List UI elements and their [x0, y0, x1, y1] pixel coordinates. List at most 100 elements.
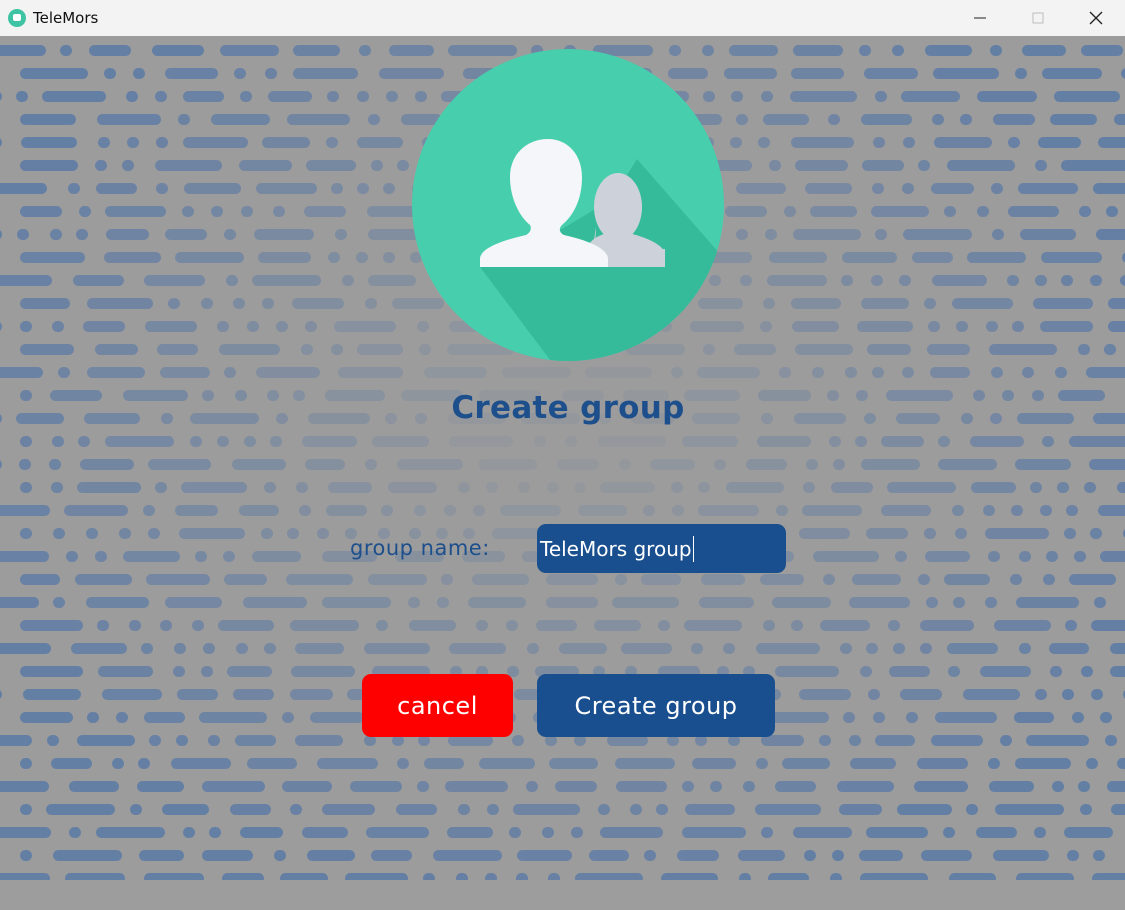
morse-dash [517, 850, 572, 861]
morse-dot [723, 643, 735, 654]
morse-dash [682, 827, 746, 838]
morse-dot [299, 505, 311, 516]
morse-dash [1114, 114, 1125, 125]
morse-dash [724, 68, 777, 79]
morse-dot [547, 482, 559, 493]
morse-dot [682, 781, 694, 792]
morse-dash [364, 643, 430, 654]
morse-dot [262, 298, 274, 309]
morse-dash [1100, 551, 1125, 562]
morse-dot [730, 137, 742, 148]
morse-dash [157, 344, 198, 355]
morse-dot [1067, 850, 1079, 861]
morse-dash [345, 873, 408, 880]
morse-dash [0, 643, 51, 654]
morse-dot [506, 620, 518, 631]
close-button[interactable] [1067, 0, 1125, 36]
morse-dot [241, 206, 253, 217]
morse-dot [444, 505, 456, 516]
cancel-button[interactable]: cancel [362, 674, 513, 737]
morse-dash [594, 620, 641, 631]
morse-dot [0, 230, 2, 239]
morse-dash [368, 275, 416, 286]
minimize-button[interactable] [951, 0, 1009, 36]
morse-dot [643, 505, 655, 516]
morse-dash [993, 850, 1049, 861]
morse-dot [173, 666, 185, 677]
morse-dot [112, 758, 124, 769]
morse-dash [1064, 827, 1113, 838]
morse-dot [938, 436, 950, 447]
morse-dot [574, 482, 586, 493]
morse-dash [254, 229, 314, 240]
morse-dash [1117, 758, 1125, 769]
morse-dot [873, 137, 885, 148]
morse-dash [146, 574, 210, 585]
group-name-input[interactable]: TeleMors group [537, 524, 786, 573]
morse-dot [619, 459, 631, 470]
morse-dash [1014, 712, 1054, 723]
morse-dot [397, 758, 409, 769]
morse-dot [68, 183, 80, 194]
morse-dot [765, 229, 777, 240]
morse-dash [293, 68, 358, 79]
morse-dot [849, 735, 861, 746]
morse-dash [69, 781, 119, 792]
morse-dash [792, 321, 839, 332]
morse-dash [53, 850, 122, 861]
app-window: TeleMors Create group group name: TeleMo… [0, 0, 1125, 910]
morse-dash [0, 183, 47, 194]
morse-dot [208, 735, 220, 746]
morse-dot [871, 275, 883, 286]
morse-dot [69, 827, 81, 838]
morse-dash [989, 781, 1034, 792]
morse-dot [224, 367, 236, 378]
morse-dot [571, 827, 583, 838]
morse-dash [73, 275, 124, 286]
morse-dot [168, 298, 180, 309]
morse-dot [487, 804, 499, 815]
morse-dash [328, 482, 372, 493]
morse-dash [1121, 68, 1125, 79]
morse-dot [423, 873, 435, 880]
morse-dot [79, 206, 91, 217]
morse-dash [889, 666, 930, 677]
morse-dash [184, 183, 241, 194]
morse-dot [76, 229, 88, 240]
morse-dash [262, 137, 310, 148]
morse-dash [641, 574, 681, 585]
morse-dot [1000, 735, 1012, 746]
morse-dot [203, 643, 215, 654]
morse-dot [130, 804, 142, 815]
morse-dot [47, 735, 59, 746]
maximize-button[interactable] [1009, 0, 1067, 36]
morse-dash [1098, 505, 1125, 516]
morse-dash [397, 459, 463, 470]
morse-dash [302, 827, 348, 838]
morse-dash [989, 344, 1057, 355]
morse-dash [795, 160, 848, 171]
morse-dash [934, 137, 992, 148]
morse-dot [148, 528, 160, 539]
title-bar[interactable]: TeleMors [0, 0, 1125, 36]
morse-dot [1100, 712, 1112, 723]
morse-dot [98, 137, 110, 148]
morse-dot [791, 620, 803, 631]
morse-dot [860, 666, 872, 677]
create-group-button[interactable]: Create group [537, 674, 775, 737]
morse-dash [256, 367, 320, 378]
morse-dot [155, 91, 167, 102]
morse-dash [866, 528, 908, 539]
window-controls [951, 0, 1125, 36]
morse-dot [78, 436, 90, 447]
morse-dash [615, 758, 675, 769]
morse-dot [211, 206, 223, 217]
morse-dash [144, 873, 204, 880]
morse-dash [546, 574, 598, 585]
morse-dot [736, 114, 748, 125]
morse-dot [598, 804, 610, 815]
morse-dash [98, 666, 153, 677]
morse-dot [53, 597, 65, 608]
morse-dot [386, 91, 398, 102]
morse-dot [868, 689, 880, 700]
